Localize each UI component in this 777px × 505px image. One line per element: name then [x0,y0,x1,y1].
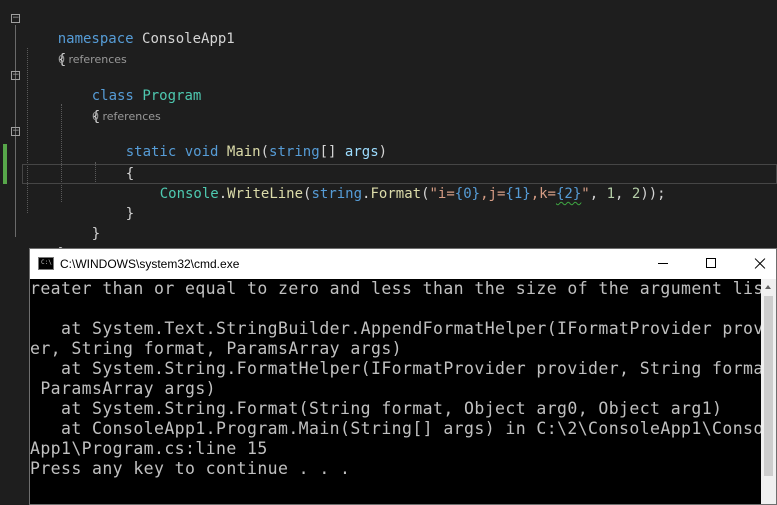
format-item: {0} [454,186,481,202]
console-line: App1\Program.cs:line 15 [30,439,268,458]
console-line: at System.Text.StringBuilder.AppendForma… [30,319,761,338]
change-indicator [3,144,7,184]
namespace-name: ConsoleApp1 [142,31,235,47]
window-title: C:\WINDOWS\system32\cmd.exe [60,257,240,271]
paren: ( [421,186,430,202]
minimize-icon [658,263,668,264]
number-literal: 1 [606,186,616,202]
console-output[interactable]: reater than or equal to zero and less th… [30,279,761,504]
paren: ( [260,144,270,160]
class-ref: Console [159,186,219,202]
method-name: Main [226,144,261,160]
class-name: Program [142,88,202,104]
format-item-warning[interactable]: {2} [556,186,581,202]
scrollbar-thumb[interactable] [764,296,773,476]
string-literal: " [581,186,590,202]
comma: , [589,186,607,202]
console-line: at System.String.Format(String format, O… [30,399,723,418]
code-line-class[interactable]: class Program [58,66,202,104]
format-item: {1} [505,186,531,202]
console-line: er, String format, ParamsArray args) [30,339,403,358]
maximize-button[interactable] [693,249,739,279]
param-name: args [344,144,379,160]
console-line: reater than or equal to zero and less th… [30,279,761,298]
collapse-class-toggle[interactable]: − [11,71,20,80]
collapse-method-toggle[interactable]: − [11,127,20,136]
brace: } [91,226,101,242]
code-line-brace[interactable]: { [92,144,134,182]
console-line: at ConsoleApp1.Program.Main(String[] arg… [30,419,761,438]
param-type: string [269,144,320,160]
code-line-brace[interactable]: } [58,204,100,242]
brackets: [] [319,144,345,160]
code-line-namespace[interactable]: namespace ConsoleApp1 [24,9,235,47]
code-line-brace[interactable]: { [58,87,100,125]
class-references-codelens[interactable]: 0 references [58,53,127,67]
keyword: namespace [57,31,134,47]
scroll-up-arrow-icon[interactable] [761,279,776,294]
method-call: Format [370,186,422,202]
minimize-button[interactable] [641,249,687,279]
string-literal: ,k= [530,186,556,202]
method-call: WriteLine [227,186,304,202]
close-button[interactable] [737,249,777,279]
string-literal: "i= [429,186,455,202]
console-line: ParamsArray args) [30,379,217,398]
collapse-namespace-toggle[interactable]: − [11,14,20,23]
comma: , [615,186,632,202]
brace: } [125,206,135,222]
code-line-statement[interactable]: Console.WriteLine(string.Format("i={0},j… [126,164,666,202]
code-line-main[interactable]: static void Main(string[] args) [92,122,387,160]
console-line: Press any key to continue . . . [30,459,351,478]
code-line-brace[interactable]: } [92,184,134,222]
window-titlebar[interactable]: C:\ C:\WINDOWS\system32\cmd.exe [30,249,776,279]
keyword: string [311,186,363,202]
cmd-icon: C:\ [38,257,54,270]
console-line: at System.String.FormatHelper(IFormatPro… [30,359,761,378]
vertical-scrollbar[interactable] [761,279,776,504]
code-line-brace[interactable]: { [24,30,66,68]
paren: ) [378,144,388,160]
keyword: void [184,144,219,160]
cmd-window[interactable]: C:\ C:\WINDOWS\system32\cmd.exe reater t… [29,248,777,505]
code-line-brace[interactable]: } [24,224,66,262]
maximize-icon [706,258,716,268]
dot: . [218,186,228,202]
string-literal: ,j= [480,186,506,202]
cmd-icon-text: C:\ [41,259,52,266]
outline-line [15,80,16,220]
statement-end: )); [640,186,666,202]
